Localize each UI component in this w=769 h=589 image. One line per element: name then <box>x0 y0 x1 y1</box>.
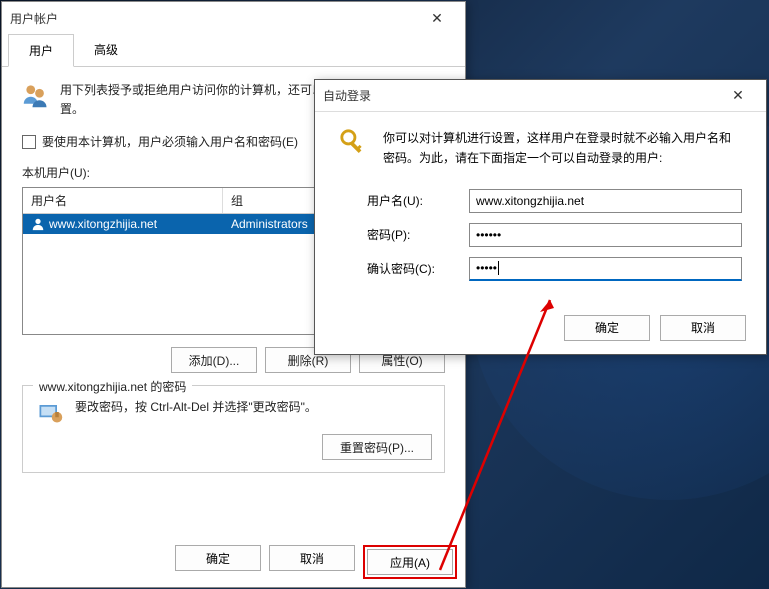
confirm-password-input[interactable]: ••••• <box>469 257 742 281</box>
require-password-checkbox[interactable] <box>22 135 36 149</box>
ok-button[interactable]: 确定 <box>175 545 261 571</box>
user-icon <box>31 217 45 231</box>
confirm-password-label: 确认密码(C): <box>339 260 469 277</box>
close-button[interactable]: ✕ <box>718 82 758 110</box>
apply-button[interactable]: 应用(A) <box>367 549 453 575</box>
password-fieldset: www.xitongzhijia.net 的密码 要改密码，按 Ctrl-Alt… <box>22 385 445 473</box>
dialog-description: 你可以对计算机进行设置，这样用户在登录时就不必输入用户名和密码。为此，请在下面指… <box>383 128 742 169</box>
reset-password-button[interactable]: 重置密码(P)... <box>322 434 432 460</box>
tabs: 用户 高级 <box>2 34 465 67</box>
users-icon <box>22 81 50 109</box>
tab-advanced[interactable]: 高级 <box>74 34 138 66</box>
tab-users[interactable]: 用户 <box>8 34 74 67</box>
cancel-button[interactable]: 取消 <box>269 545 355 571</box>
require-password-label: 要使用本计算机，用户必须输入用户名和密码(E) <box>42 133 298 150</box>
password-help-text: 要改密码，按 Ctrl-Alt-Del 并选择"更改密码"。 <box>75 398 317 417</box>
password-input[interactable] <box>469 223 742 247</box>
password-label: 密码(P): <box>339 226 469 243</box>
col-username[interactable]: 用户名 <box>23 188 223 213</box>
key-icon <box>339 128 369 158</box>
ok-button[interactable]: 确定 <box>564 315 650 341</box>
dialog-title: 自动登录 <box>323 87 371 104</box>
close-button[interactable]: ✕ <box>417 4 457 32</box>
titlebar: 自动登录 ✕ <box>315 80 766 112</box>
titlebar: 用户帐户 ✕ <box>2 2 465 34</box>
cancel-button[interactable]: 取消 <box>660 315 746 341</box>
password-icon <box>35 398 65 426</box>
fieldset-legend: www.xitongzhijia.net 的密码 <box>33 378 192 395</box>
cell-user: www.xitongzhijia.net <box>49 217 157 231</box>
add-button[interactable]: 添加(D)... <box>171 347 257 373</box>
username-input[interactable] <box>469 189 742 213</box>
window-title: 用户帐户 <box>10 10 58 27</box>
username-label: 用户名(U): <box>339 192 469 209</box>
apply-highlight: 应用(A) <box>363 545 457 579</box>
auto-login-dialog: 自动登录 ✕ 你可以对计算机进行设置，这样用户在登录时就不必输入用户名和密码。为… <box>314 79 767 355</box>
